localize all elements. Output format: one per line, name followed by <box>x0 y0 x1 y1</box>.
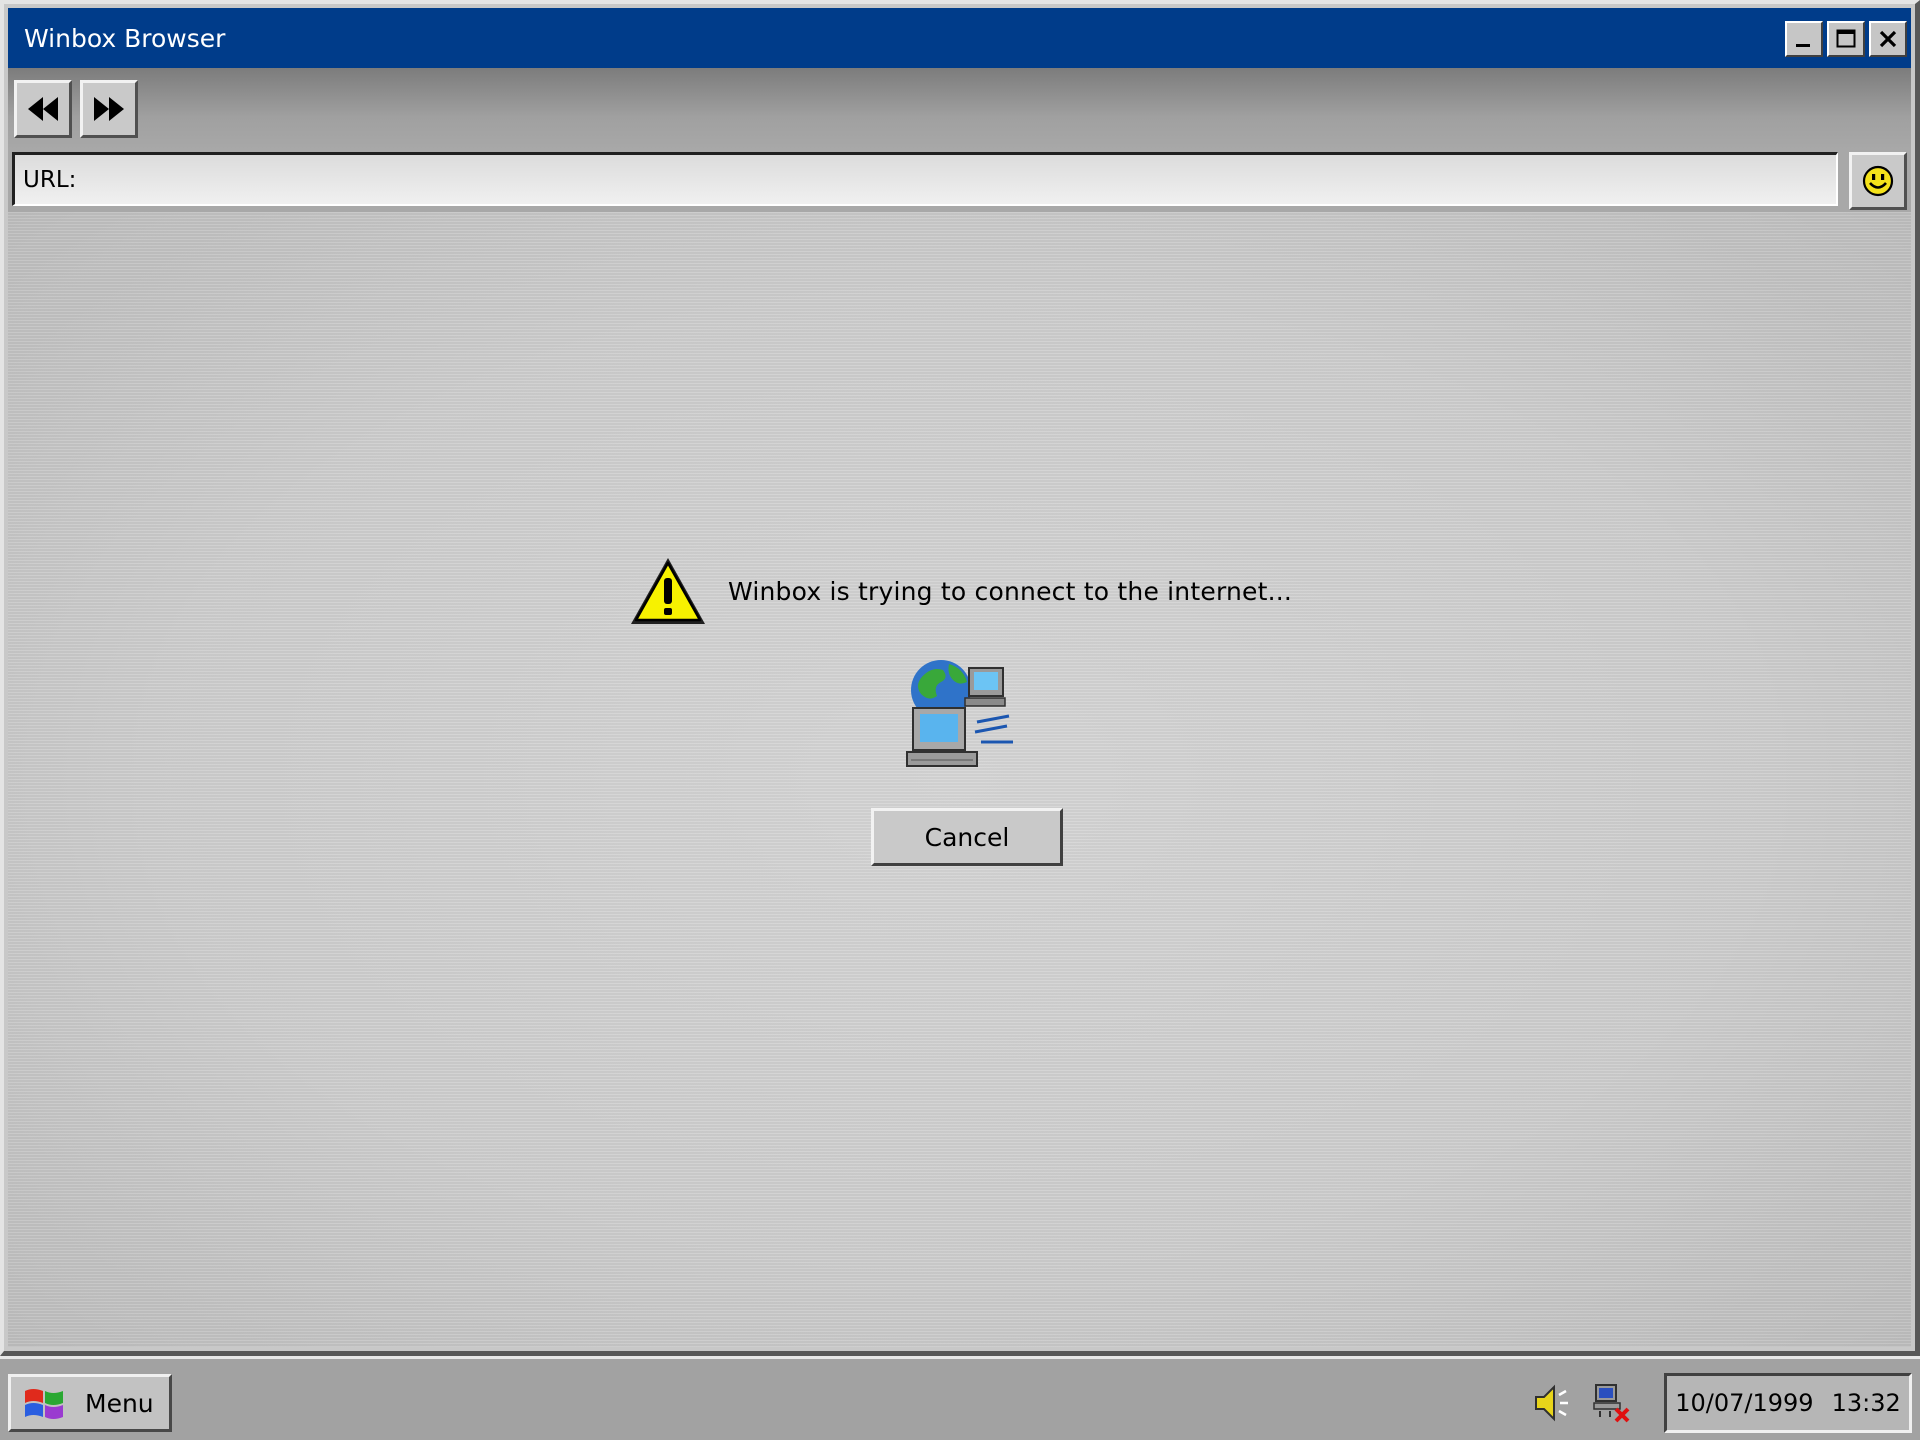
window-title: Winbox Browser <box>24 24 226 53</box>
taskbar: Menu 10/07/1999 13:32 <box>0 1356 1920 1440</box>
back-button[interactable] <box>14 80 72 138</box>
system-clock[interactable]: 10/07/1999 13:32 <box>1664 1373 1912 1433</box>
url-label: URL: <box>23 166 77 193</box>
url-field[interactable]: URL: <box>12 152 1838 206</box>
close-button[interactable] <box>1869 21 1907 57</box>
minimize-button[interactable] <box>1785 21 1823 57</box>
clock-date: 10/07/1999 <box>1675 1389 1814 1417</box>
address-bar: URL: <box>8 150 1911 212</box>
network-disconnected-icon[interactable] <box>1590 1381 1634 1425</box>
desktop: Winbox Browser URL: Winbox is trying to … <box>0 0 1920 1440</box>
go-button[interactable] <box>1849 152 1907 210</box>
cancel-button[interactable]: Cancel <box>871 808 1063 866</box>
fast-forward-icon <box>94 97 124 121</box>
title-bar[interactable]: Winbox Browser <box>8 8 1911 68</box>
page-content: Winbox is trying to connect to the inter… <box>8 212 1911 1347</box>
forward-button[interactable] <box>80 80 138 138</box>
connection-message-text: Winbox is trying to connect to the inter… <box>728 576 1293 606</box>
minimize-icon <box>1796 44 1810 47</box>
window-controls <box>1785 21 1907 57</box>
rewind-icon <box>28 97 58 121</box>
maximize-icon <box>1836 29 1856 48</box>
navigation-toolbar <box>8 68 1911 150</box>
winbox-logo-icon <box>25 1389 63 1419</box>
clock-time: 13:32 <box>1831 1389 1901 1417</box>
warning-icon <box>631 558 705 624</box>
menu-label: Menu <box>85 1388 154 1418</box>
close-icon <box>1879 30 1897 48</box>
start-menu-button[interactable]: Menu <box>8 1374 172 1432</box>
connection-message: Winbox is trying to connect to the inter… <box>628 554 1292 628</box>
url-input[interactable] <box>84 157 1836 202</box>
network-connection-icon <box>906 660 1013 767</box>
speaker-icon[interactable] <box>1530 1381 1574 1425</box>
smiley-icon <box>1862 165 1894 197</box>
maximize-button[interactable] <box>1827 21 1865 57</box>
browser-window: Winbox Browser URL: Winbox is trying to … <box>0 0 1920 1356</box>
